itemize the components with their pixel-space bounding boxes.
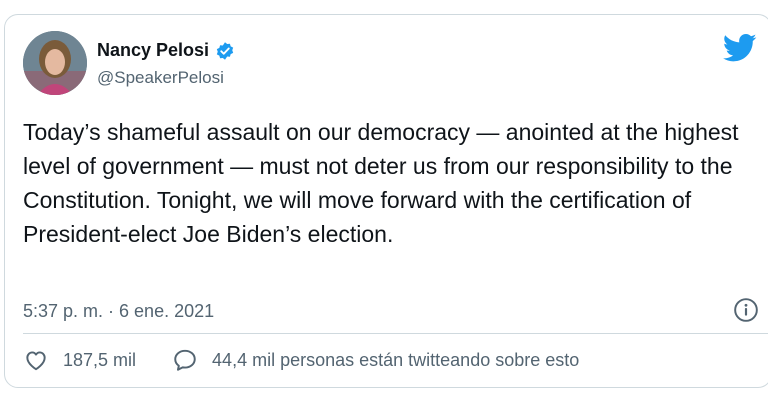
avatar-image <box>23 31 87 95</box>
like-count: 187,5 mil <box>63 349 137 370</box>
info-icon[interactable] <box>733 297 759 323</box>
heart-icon <box>26 351 46 371</box>
author-handle[interactable]: @SpeakerPelosi <box>97 68 224 88</box>
author-name-row: Nancy Pelosi <box>97 40 235 61</box>
avatar[interactable] <box>23 31 87 95</box>
tweet-actions: 187,5 mil 44,4 mil personas están twitte… <box>23 347 579 373</box>
like-button[interactable]: 187,5 mil <box>23 347 136 373</box>
tweet-timestamp[interactable]: 5:37 p. m. · 6 ene. 2021 <box>23 301 214 322</box>
tweet-card: Nancy Pelosi @SpeakerPelosi Today’s sham… <box>4 14 768 388</box>
twitter-bird-icon[interactable] <box>722 33 757 63</box>
tweet-text: Today’s shameful assault on our democrac… <box>23 119 739 247</box>
verified-badge-icon <box>215 41 235 61</box>
author-name[interactable]: Nancy Pelosi <box>97 40 209 61</box>
conversation-button[interactable]: 44,4 mil personas están twitteando sobre… <box>172 347 579 373</box>
conversation-label: 44,4 mil personas están twitteando sobre… <box>212 349 580 370</box>
speech-bubble-icon <box>174 349 196 371</box>
divider <box>23 333 768 334</box>
